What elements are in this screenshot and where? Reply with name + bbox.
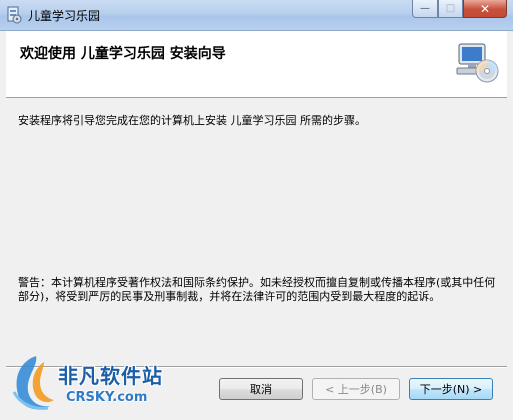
wizard-body: 安装程序将引导您完成在您的计算机上安装 儿童学习乐园 所需的步骤。 警告：本计算… bbox=[6, 98, 507, 366]
copyright-warning: 警告：本计算机程序受著作权法和国际条约保护。如未经授权而擅自复制或传播本程序(或… bbox=[18, 276, 496, 303]
minimize-button[interactable]: — bbox=[412, 0, 438, 18]
next-button[interactable]: 下一步(N) > bbox=[409, 378, 493, 400]
minimize-icon: — bbox=[420, 3, 430, 14]
caption-buttons: — □ ✕ bbox=[412, 0, 507, 18]
crsky-logo-icon bbox=[6, 352, 64, 414]
title-bar[interactable]: 儿童学习乐园 — □ ✕ bbox=[0, 0, 513, 31]
computer-with-disc-icon bbox=[455, 41, 499, 85]
wizard-header: 欢迎使用 儿童学习乐园 安装向导 bbox=[6, 31, 507, 98]
installer-window: 儿童学习乐园 — □ ✕ 欢迎使用 儿童学习乐园 安装向导 安装程序将引导您完成… bbox=[0, 0, 513, 420]
maximize-icon: □ bbox=[445, 3, 456, 14]
intro-text: 安装程序将引导您完成在您的计算机上安装 儿童学习乐园 所需的步骤。 bbox=[18, 114, 366, 127]
close-button[interactable]: ✕ bbox=[463, 0, 507, 18]
watermark-name-en: CRSKY.com bbox=[66, 390, 148, 405]
back-button[interactable]: < 上一步(B) bbox=[312, 378, 400, 400]
window-title: 儿童学习乐园 bbox=[28, 9, 101, 23]
maximize-button[interactable]: □ bbox=[438, 0, 463, 18]
installer-package-icon[interactable] bbox=[6, 6, 22, 24]
close-icon: ✕ bbox=[479, 1, 491, 16]
cancel-button[interactable]: 取消 bbox=[219, 378, 303, 400]
site-watermark: 非凡软件站 CRSKY.com bbox=[6, 350, 186, 416]
watermark-name-cn: 非凡软件站 bbox=[58, 364, 163, 388]
page-title: 欢迎使用 儿童学习乐园 安装向导 bbox=[20, 46, 226, 62]
